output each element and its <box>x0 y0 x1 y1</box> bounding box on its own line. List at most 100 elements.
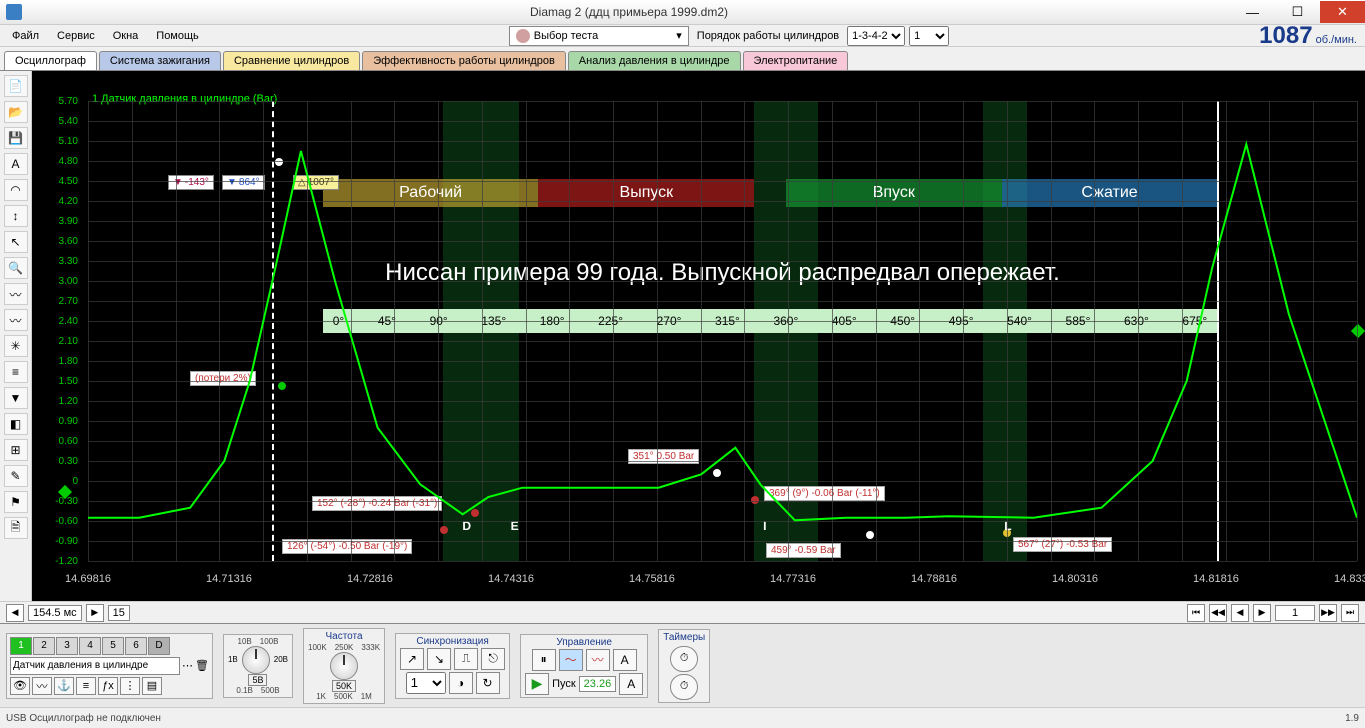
tool-cursor[interactable]: ↕ <box>4 205 28 227</box>
timers-title: Таймеры <box>663 632 705 643</box>
menu-file[interactable]: Файл <box>4 28 47 44</box>
tab-pressure[interactable]: Анализ давления в цилиндре <box>568 51 741 70</box>
nav-prev-button[interactable]: ◀◀ <box>1209 604 1227 622</box>
sync-title: Синхронизация <box>416 636 488 647</box>
channel-name-input[interactable] <box>10 657 180 675</box>
tab-compare[interactable]: Сравнение цилиндров <box>223 51 360 70</box>
time-control-bar: ◀ 154.5 мс ▶ 15 ⏮ ◀◀ ◀ ▶ 1 ▶▶ ⏭ <box>0 601 1365 623</box>
voltage-range-group: 10B100B 1B 20B 5B 0.1B500B <box>223 634 293 698</box>
firing-order-spin[interactable]: 1 <box>909 26 949 46</box>
tool-new[interactable]: 📄 <box>4 75 28 97</box>
frequency-title: Частота <box>325 631 362 642</box>
tool-wave3[interactable]: ✳ <box>4 335 28 357</box>
maximize-button[interactable]: ☐ <box>1275 1 1320 23</box>
tool-flag2[interactable]: ⚑ <box>4 491 28 513</box>
channel-5-button[interactable]: 5 <box>102 637 124 655</box>
tool-open[interactable]: 📂 <box>4 101 28 123</box>
play-button[interactable]: ▶ <box>525 673 549 695</box>
status-text: USB Осциллограф не подключен <box>6 713 161 724</box>
wave-mode-2[interactable]: 〰 <box>586 649 610 671</box>
timer-1-button[interactable]: ⏱ <box>670 646 698 672</box>
tool-pointer[interactable]: ↖ <box>4 231 28 253</box>
pressure-curve <box>88 101 1357 561</box>
tool-grid[interactable]: ⊞ <box>4 439 28 461</box>
rpm-unit: об./мин. <box>1316 34 1357 46</box>
voltage-knob[interactable] <box>242 646 270 674</box>
tool-trigger[interactable]: ◠ <box>4 179 28 201</box>
tool-wave[interactable]: 〰 <box>32 677 52 695</box>
tool-lines[interactable]: ≡ <box>76 677 96 695</box>
nav-back-button[interactable]: ◀ <box>1231 604 1249 622</box>
tool-marker[interactable]: ✎ <box>4 465 28 487</box>
tool-eye[interactable]: 👁 <box>10 677 30 695</box>
tool-sidebar: 📄 📂 💾 A ◠ ↕ ↖ 🔍 〰 〰 ✳ ≡ ▼ ◧ ⊞ ✎ ⚑ 🗎 <box>0 71 32 601</box>
menubar: Файл Сервис Окна Помощь Выбор теста ▾ По… <box>0 25 1365 47</box>
tab-ignition[interactable]: Система зажигания <box>99 51 221 70</box>
tool-zoom[interactable]: 🔍 <box>4 257 28 279</box>
pause-button[interactable]: ⏸ <box>532 649 556 671</box>
firing-order-label: Порядок работы цилиндров <box>697 30 843 42</box>
tool-wave2[interactable]: 〰 <box>4 309 28 331</box>
channel-trash-button[interactable]: 🗑 <box>195 659 209 672</box>
tab-oscilloscope[interactable]: Осциллограф <box>4 51 97 70</box>
tool-anchor[interactable]: ⚓ <box>54 677 74 695</box>
zoom-value[interactable]: 15 <box>108 605 130 621</box>
sync-rise-button[interactable]: ↗ <box>400 648 424 670</box>
tool-color[interactable]: ◧ <box>4 413 28 435</box>
tool-flag[interactable]: ▼ <box>4 387 28 409</box>
close-button[interactable]: ✕ <box>1320 1 1365 23</box>
sync-channel-select[interactable]: 1 <box>406 672 446 694</box>
firing-order-select[interactable]: 1-3-4-2 <box>847 26 905 46</box>
menu-service[interactable]: Сервис <box>49 28 103 44</box>
time-next-button[interactable]: ▶ <box>86 604 104 622</box>
auto-mode-button[interactable]: A <box>613 649 637 671</box>
sync-ext-button[interactable]: ⎋ <box>481 648 505 670</box>
oscilloscope-chart[interactable]: 5.705.405.104.804.504.203.903.603.303.00… <box>32 71 1365 601</box>
tool-fx[interactable]: ƒx <box>98 677 118 695</box>
window-title: Diamag 2 (ддц примьера 1999.dm2) <box>28 5 1230 19</box>
channel-menu-button[interactable]: ⋯ <box>182 659 193 672</box>
nav-ffwd-button[interactable]: ▶▶ <box>1319 604 1337 622</box>
timer-2-button[interactable]: ⏱ <box>670 674 698 700</box>
control-group: Управление ⏸ 〜 〰 A ▶ Пуск 23.26 A <box>520 634 648 698</box>
channel-6-button[interactable]: 6 <box>125 637 147 655</box>
sync-fall-button[interactable]: ↘ <box>427 648 451 670</box>
channel-4-button[interactable]: 4 <box>79 637 101 655</box>
tab-efficiency[interactable]: Эффективность работы цилиндров <box>362 51 566 70</box>
frequency-group: Частота 100K250K333K 50K 1K500K1M <box>303 628 385 704</box>
auto2-button[interactable]: A <box>619 673 643 695</box>
minimize-button[interactable]: — <box>1230 1 1275 23</box>
frequency-knob[interactable] <box>330 652 358 680</box>
tool-dots[interactable]: ⋮ <box>120 677 140 695</box>
menu-windows[interactable]: Окна <box>105 28 147 44</box>
nav-last-button[interactable]: ⏭ <box>1341 604 1359 622</box>
sync-loop-button[interactable]: ↻ <box>476 672 500 694</box>
x-axis: 14.6981614.7131614.7281614.7431614.75816… <box>88 573 1357 593</box>
rpm-display: 1087 об./мин. <box>1259 22 1357 50</box>
tabbar: Осциллограф Система зажигания Сравнение … <box>0 47 1365 71</box>
time-prev-button[interactable]: ◀ <box>6 604 24 622</box>
nav-first-button[interactable]: ⏮ <box>1187 604 1205 622</box>
wave-mode-1[interactable]: 〜 <box>559 649 583 671</box>
channel-1-button[interactable]: 1 <box>10 637 32 655</box>
channel-group: 123456D ⋯ 🗑 👁 〰 ⚓ ≡ ƒx ⋮ ▤ <box>6 633 213 699</box>
tab-power[interactable]: Электропитание <box>743 51 849 70</box>
channel-D-button[interactable]: D <box>148 637 170 655</box>
tool-save[interactable]: 💾 <box>4 127 28 149</box>
sync-auto-button[interactable]: ◑ <box>449 672 473 694</box>
test-select-dropdown[interactable]: Выбор теста ▾ <box>509 26 689 46</box>
time-value: 23.26 <box>579 676 617 692</box>
tool-wave1[interactable]: 〰 <box>4 283 28 305</box>
sync-edge-button[interactable]: ⎍ <box>454 648 478 670</box>
timers-group: Таймеры ⏱ ⏱ <box>658 629 710 703</box>
channel-2-button[interactable]: 2 <box>33 637 55 655</box>
channel-3-button[interactable]: 3 <box>56 637 78 655</box>
tool-doc[interactable]: 🗎 <box>4 517 28 539</box>
titlebar: Diamag 2 (ддц примьера 1999.dm2) — ☐ ✕ <box>0 0 1365 25</box>
tool-bars[interactable]: ▤ <box>142 677 162 695</box>
menu-help[interactable]: Помощь <box>148 28 207 44</box>
nav-fwd-button[interactable]: ▶ <box>1253 604 1271 622</box>
control-title: Управление <box>556 637 612 648</box>
tool-auto[interactable]: A <box>4 153 28 175</box>
tool-align[interactable]: ≡ <box>4 361 28 383</box>
